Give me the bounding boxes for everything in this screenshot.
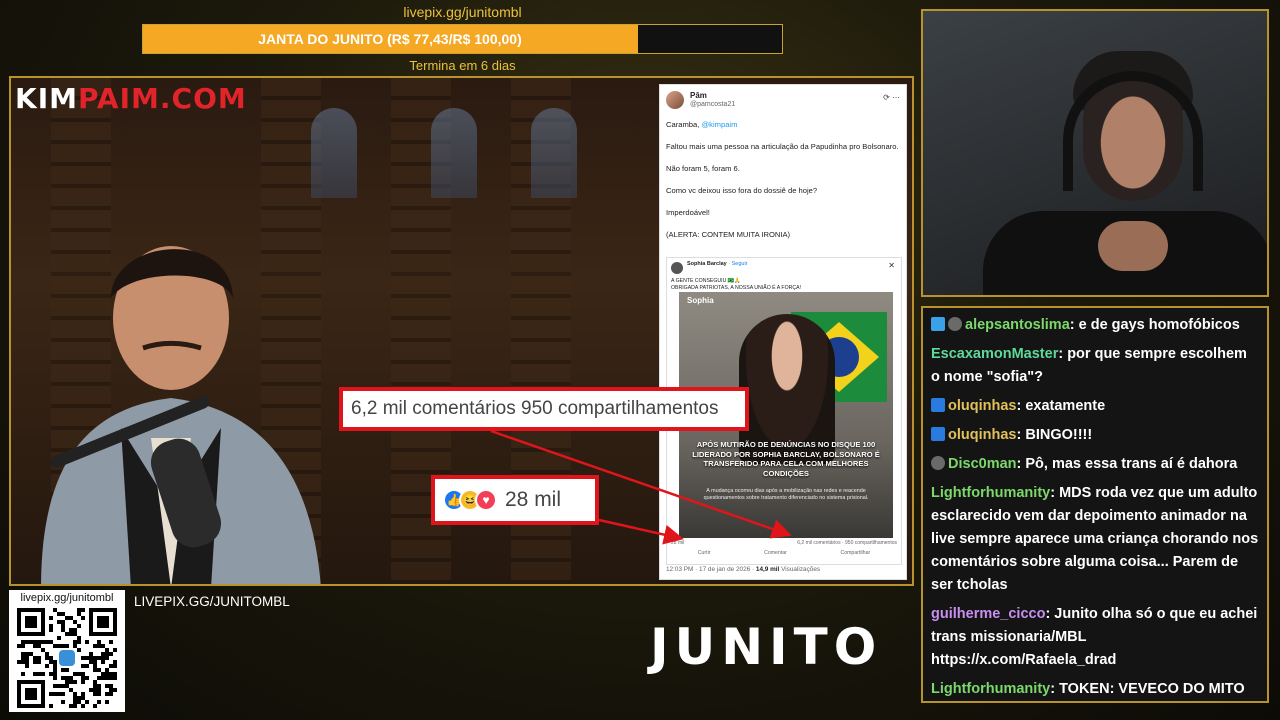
tweet-more-icon: ⟳ ⋯ [883, 93, 900, 102]
chat-message: Lightforhumanity: MDS roda vez que um ad… [931, 482, 1259, 597]
fb-image-headline: APÓS MUTIRÃO DE DENÚNCIAS NO DISQUE 100 … [692, 440, 880, 478]
tweet-views: 14,9 mil [755, 566, 780, 573]
tweet-footer: 12:03 PM · 17 de jan de 2026 · 14,9 mil … [666, 566, 820, 573]
fb-post-text: A GENTE CONSEGUIU 🇧🇷🙏 OBRIGADA PATRIOTAS… [671, 278, 897, 292]
chat-username[interactable]: Lightforhumanity [931, 485, 1050, 501]
chat-text: : exatamente [1016, 398, 1106, 414]
tweet-line4: Como vc deixou isso fora do dossiê de ho… [666, 186, 818, 195]
prime-badge-icon [931, 427, 945, 441]
fb-avatar [671, 262, 683, 274]
fb-share-button: Compartilhar [840, 550, 871, 556]
annotation-likes-count: 28 mil [505, 488, 562, 511]
fb-comments-shares: 6,2 mil comentários · 950 compartilhamen… [797, 540, 897, 546]
tweet-card: Pâm @pamcosta21 ⟳ ⋯ Caramba, @kimpaim Fa… [659, 84, 907, 580]
kimpaim-logo-part1: KIM [15, 82, 78, 115]
fb-text-line1: A GENTE CONSEGUIU 🇧🇷🙏 [671, 278, 741, 284]
fb-author-name-text: Sophia Barclay [687, 261, 727, 267]
prime-badge-icon [931, 398, 945, 412]
chat-username[interactable]: oluqinhas [948, 398, 1016, 414]
chat-panel[interactable]: alepsantoslima: e de gays homofóbicos Es… [921, 306, 1269, 703]
donation-goal-label: JANTA DO JUNITO (R$ 77,43/R$ 100,00) [258, 31, 522, 47]
chat-username[interactable]: Disc0man [948, 456, 1017, 472]
chat-message: alepsantoslima: e de gays homofóbicos [931, 314, 1259, 337]
background-window [431, 108, 477, 198]
fb-comment-button: Comentar [764, 550, 787, 556]
fb-image-subtitle: A mudança ocorreu dias após a mobilizaçã… [703, 488, 869, 501]
annotation-likes-callout: 👍😆 ♥ 28 mil [431, 475, 599, 525]
qr-url: livepix.gg/junitombl [20, 592, 114, 604]
livepix-label: LIVEPIX.GG/JUNITOMBL [134, 594, 290, 609]
chat-message: EscaxamonMaster: por que sempre escolhem… [931, 343, 1259, 389]
fb-post-header: Sophia Barclay · Seguir ✕ [671, 261, 897, 277]
badge-icon [931, 456, 945, 470]
background-window [311, 108, 357, 198]
webcam-panel [921, 9, 1269, 297]
donation-url: livepix.gg/junitombl [403, 4, 522, 20]
chat-text: : e de gays homofóbicos [1069, 317, 1240, 333]
fb-image-tag: Sophia [687, 296, 714, 305]
chat-message: Disc0man: Pô, mas essa trans aí é dahora [931, 453, 1259, 476]
donation-goal-bar: JANTA DO JUNITO (R$ 77,43/R$ 100,00) [142, 24, 783, 54]
streamer-hand [1098, 221, 1168, 271]
chat-username[interactable]: oluqinhas [948, 427, 1016, 443]
chat-username[interactable]: EscaxamonMaster [931, 346, 1058, 362]
fb-text-line2: OBRIGADA PATRIOTAS, A NOSSA UNIÃO É A FO… [671, 285, 802, 291]
chat-text: : BINGO!!!! [1016, 427, 1093, 443]
chat-text: : Pô, mas essa trans aí é dahora [1016, 456, 1238, 472]
tweet-mention-link: @kimpaim [701, 120, 738, 129]
host-person [41, 246, 321, 584]
tweet-line2: Faltou mais uma pessoa na articulação da… [666, 142, 899, 151]
main-video-panel: KIMPAIM.COM Pâm @pamcosta21 ⟳ ⋯ Caramba,… [9, 76, 914, 586]
annotation-stats-callout: 6,2 mil comentários 950 compartilhamento… [339, 387, 749, 431]
fb-author-name: Sophia Barclay · Seguir [687, 261, 748, 267]
chat-message: guilherme_cicco: Junito olha só o que eu… [931, 603, 1259, 672]
donation-goal-ends: Termina em 6 dias [409, 58, 516, 73]
tweet-line1-prefix: Caramba, [666, 120, 702, 129]
kimpaim-logo-part2: PAIM.COM [77, 82, 247, 115]
fb-post-stats: 28 mil 6,2 mil comentários · 950 compart… [671, 540, 897, 546]
qr-code-icon[interactable] [17, 608, 117, 708]
tweet-author-handle: @pamcosta21 [690, 101, 736, 108]
chat-message: oluqinhas: exatamente [931, 395, 1259, 418]
tweet-header: Pâm @pamcosta21 ⟳ ⋯ [666, 91, 900, 113]
fb-like-button: Curtir [697, 550, 711, 556]
fb-post-actions: Curtir Comentar Compartilhar [671, 550, 897, 556]
tweet-line6: (ALERTA: CONTEM MUITA IRONIA) [666, 230, 791, 239]
chat-text: : TOKEN: VEVECO DO MITO [1050, 681, 1245, 697]
kimpaim-logo: KIMPAIM.COM [15, 82, 247, 115]
tweet-views-label: Visualizações [779, 566, 821, 573]
close-icon: ✕ [888, 261, 895, 270]
chat-username[interactable]: guilherme_cicco [931, 606, 1045, 622]
chat-text: : MDS roda vez que um adulto esclarecido… [931, 485, 1259, 593]
tweet-avatar [666, 91, 684, 109]
chat-username[interactable]: alepsantoslima [965, 317, 1070, 333]
tweet-timestamp: 12:03 PM · 17 de jan de 2026 · [666, 566, 756, 573]
livepix-qr-card: livepix.gg/junitombl [9, 590, 125, 712]
badge-icon [948, 317, 962, 331]
love-reaction-icon: ♥ [475, 489, 497, 512]
fb-follow-link: · Seguir [726, 261, 748, 267]
badge-icon [931, 317, 945, 331]
fb-likes-count: 28 mil [671, 540, 685, 546]
background-window [531, 108, 577, 198]
tweet-line5: Imperdoável! [666, 208, 710, 217]
tweet-author-name: Pâm [690, 91, 707, 100]
chat-username[interactable]: Lightforhumanity [931, 681, 1050, 697]
chat-message: oluqinhas: BINGO!!!! [931, 424, 1259, 447]
junito-logo: JUNITO [650, 618, 883, 676]
tweet-body: Caramba, @kimpaim Faltou mais uma pessoa… [666, 119, 900, 251]
chat-message: Lightforhumanity: TOKEN: VEVECO DO MITO [931, 678, 1259, 701]
tweet-line3: Não foram 5, foram 6. [666, 164, 740, 173]
